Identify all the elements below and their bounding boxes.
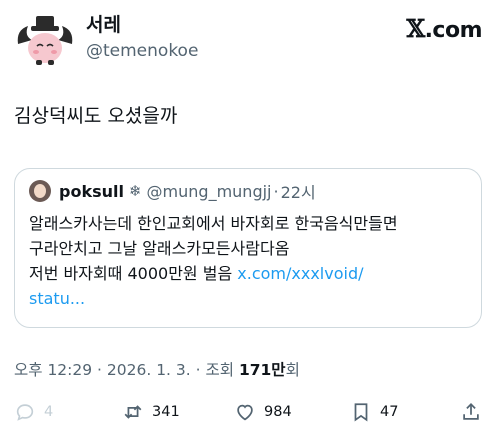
retweet-button[interactable]: 341 xyxy=(122,397,180,427)
quoted-link-continued[interactable]: statu... xyxy=(29,286,469,311)
heart-icon xyxy=(237,404,253,421)
timestamp[interactable]: 오후 12:29 · 2026. 1. 3. · 조회 xyxy=(14,361,239,379)
reply-button[interactable]: 4 xyxy=(14,397,53,427)
quoted-line: 구라안치고 그날 알래스카모든사람다옴 xyxy=(29,239,290,258)
view-count-suffix: 회 xyxy=(285,361,300,379)
tweet-header: 서레 @temenokoe 𝕏.com xyxy=(14,10,483,72)
x-logo-suffix: .com xyxy=(424,18,483,43)
quoted-display-name: poksull xyxy=(59,181,124,201)
avatar[interactable] xyxy=(14,10,76,72)
share-icon xyxy=(463,402,479,420)
quoted-avatar xyxy=(29,180,51,202)
quoted-link[interactable]: x.com/xxxlvoid/ xyxy=(237,264,363,283)
quoted-line-text: 저번 바자회때 4000만원 벌음 xyxy=(29,264,238,283)
user-handle[interactable]: @temenokoe xyxy=(86,38,198,64)
quoted-time: 22시 xyxy=(280,183,316,202)
display-name[interactable]: 서레 xyxy=(86,12,198,38)
like-count: 984 xyxy=(264,404,292,420)
author-info: 서레 @temenokoe xyxy=(86,12,198,64)
action-bar: 4 341 984 47 xyxy=(14,397,482,427)
separator-dot: · xyxy=(273,181,279,201)
tweet-meta: 오후 12:29 · 2026. 1. 3. · 조회 171만회 xyxy=(14,358,300,380)
view-count: 171만 xyxy=(238,361,286,379)
x-logo-glyph: 𝕏 xyxy=(406,14,425,43)
quoted-tweet-text: 알래스카사는데 한인교회에서 바자회로 한국음식만들면 구라안치고 그날 알래스… xyxy=(29,211,469,311)
retweet-count: 341 xyxy=(152,404,180,420)
like-button[interactable]: 984 xyxy=(234,397,292,427)
retweet-icon xyxy=(124,405,142,419)
quoted-tweet-header: poksull ❄ @mung_mungjj · 22시 xyxy=(29,179,316,203)
quoted-line: 알래스카사는데 한인교회에서 바자회로 한국음식만들면 xyxy=(29,214,398,233)
x-logo: 𝕏.com xyxy=(406,14,482,43)
reply-icon xyxy=(16,404,34,421)
bookmark-count: 47 xyxy=(380,404,399,420)
tweet-text: 김상덕씨도 오셨을까 xyxy=(14,105,178,127)
quoted-handle: @mung_mungjj xyxy=(146,181,272,201)
snowflake-icon: ❄ xyxy=(128,182,142,200)
bookmark-button[interactable]: 47 xyxy=(350,397,398,427)
reply-count: 4 xyxy=(44,404,54,420)
quoted-line: 저번 바자회때 4000만원 벌음 x.com/xxxlvoid/ xyxy=(29,261,469,286)
quoted-tweet[interactable]: poksull ❄ @mung_mungjj · 22시 알래스카사는데 한인교… xyxy=(14,168,482,328)
bookmark-icon xyxy=(354,403,368,422)
share-button[interactable] xyxy=(460,397,482,427)
